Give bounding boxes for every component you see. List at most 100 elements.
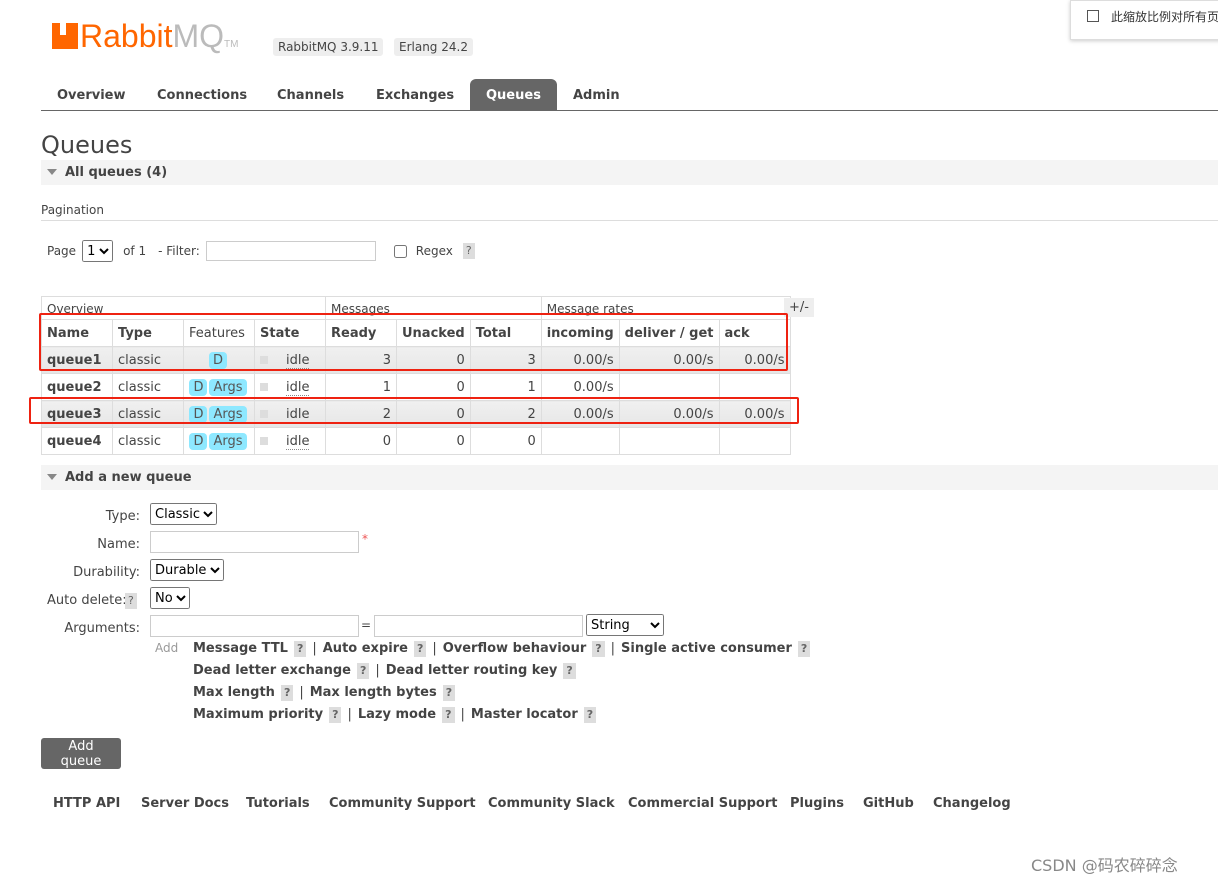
pagination-row: Page 1 of 1 - Filter: Regex ? [47, 240, 475, 262]
help-button[interactable]: ? [583, 707, 597, 723]
deliver-cell [618, 427, 720, 455]
state-text: idle [286, 379, 310, 396]
footer-link[interactable]: GitHub [863, 796, 914, 811]
footer-link[interactable]: Community Slack [488, 796, 615, 811]
all-queues-toggle[interactable]: All queues (4) [41, 160, 1218, 185]
feature-badge: Args [209, 432, 247, 450]
unacked-cell: 0 [396, 427, 471, 455]
state-indicator-icon [260, 382, 268, 391]
collapse-triangle-icon [47, 474, 57, 480]
rabbitmq-logo: RabbitMQTM [52, 18, 239, 55]
ready-value: 0 [382, 433, 391, 449]
footer-link[interactable]: Server Docs [141, 796, 229, 811]
add-queue-toggle[interactable]: Add a new queue [41, 465, 1218, 490]
help-button[interactable]: ? [280, 685, 294, 701]
ready-value: 1 [382, 379, 391, 395]
tab-admin[interactable]: Admin [557, 79, 636, 110]
type-select[interactable]: Classic [150, 503, 217, 525]
main-nav: Overview Connections Channels Exchanges … [41, 79, 1218, 111]
queue-name-link[interactable]: queue4 [47, 434, 102, 449]
add-argument-label: Add [155, 641, 179, 655]
argument-shortcut-link[interactable]: Maximum priority [193, 707, 323, 722]
footer-link[interactable]: HTTP API [53, 796, 120, 811]
table-row: queue4 classic D Args idle 0 0 0 [41, 427, 791, 455]
footer-link[interactable]: Plugins [790, 796, 844, 811]
zoom-popup: 此缩放比例对所有页 [1070, 0, 1218, 40]
help-button[interactable]: ? [797, 641, 811, 657]
argument-shortcuts-line: Message TTL? | Auto expire? | Overflow behav… [193, 641, 816, 657]
help-button[interactable]: ? [442, 707, 455, 723]
filter-input[interactable] [205, 241, 376, 261]
help-button[interactable]: ? [592, 641, 605, 657]
incoming-cell [540, 427, 620, 455]
tab-channels[interactable]: Channels [261, 79, 360, 110]
tab-overview[interactable]: Overview [41, 79, 142, 110]
watermark: CSDN @码农碎碎念 [1031, 856, 1178, 875]
autodelete-help-button[interactable]: ? [125, 593, 137, 609]
argument-shortcut-link[interactable]: Overflow behaviour [443, 641, 587, 656]
highlight-box [39, 313, 788, 371]
name-label: Name: [97, 537, 140, 552]
highlight-box [29, 397, 799, 424]
name-cell: queue4 [41, 427, 113, 455]
footer-link[interactable]: Community Support [329, 796, 476, 811]
argument-key-input[interactable] [150, 615, 359, 637]
help-button[interactable]: ? [413, 641, 427, 657]
queue-type: classic [118, 433, 162, 449]
argument-type-select[interactable]: String [586, 614, 664, 636]
help-button[interactable]: ? [563, 663, 576, 679]
regex-help-button[interactable]: ? [462, 243, 475, 259]
type-label: Type: [105, 509, 140, 524]
add-queue-button[interactable]: Add queue [41, 738, 121, 769]
argument-shortcut-link[interactable]: Max length [193, 685, 275, 700]
footer-link[interactable]: Tutorials [246, 796, 310, 811]
footer-link[interactable]: Commercial Support [628, 796, 778, 811]
arguments-label: Arguments: [64, 621, 140, 636]
queue-type: classic [118, 379, 162, 395]
regex-checkbox[interactable] [393, 244, 407, 258]
argument-shortcuts-line: Dead letter exchange? | Dead letter routin… [193, 663, 582, 679]
required-marker: * [362, 532, 368, 546]
rabbit-logo-icon [52, 23, 78, 49]
erlang-badge: Erlang 24.2 [394, 38, 473, 56]
unacked-value: 0 [456, 433, 465, 449]
page-select[interactable]: 1 [82, 240, 114, 262]
popup-text: 此缩放比例对所有页 [1111, 10, 1218, 24]
total-cell: 0 [469, 427, 542, 455]
popup-checkbox[interactable] [1087, 10, 1099, 22]
collapse-triangle-icon [47, 169, 57, 175]
argument-shortcuts-line: Max length? | Max length bytes? [193, 685, 461, 701]
argument-shortcut-link[interactable]: Master locator [471, 707, 578, 722]
argument-shortcut-link[interactable]: Dead letter routing key [386, 663, 558, 678]
tab-exchanges[interactable]: Exchanges [360, 79, 470, 110]
help-button[interactable]: ? [356, 663, 370, 679]
help-button[interactable]: ? [442, 685, 456, 701]
page-title: Queues [41, 131, 133, 159]
argument-shortcut-link[interactable]: Message TTL [193, 641, 288, 656]
argument-shortcuts-line: Maximum priority? | Lazy mode? | Master loca… [193, 707, 602, 723]
state-text: idle [286, 433, 310, 450]
argument-value-input[interactable] [374, 615, 583, 637]
type-cell: classic [112, 427, 184, 455]
tab-queues[interactable]: Queues [470, 79, 557, 110]
total-value: 1 [527, 379, 536, 395]
argument-shortcut-link[interactable]: Auto expire [323, 641, 408, 656]
argument-shortcut-link[interactable]: Max length bytes [310, 685, 437, 700]
tab-connections[interactable]: Connections [141, 79, 263, 110]
argument-shortcut-link[interactable]: Lazy mode [358, 707, 436, 722]
features-cell: D Args [183, 427, 255, 455]
argument-shortcut-link[interactable]: Single active consumer [621, 641, 792, 656]
help-button[interactable]: ? [329, 707, 342, 723]
name-input[interactable] [150, 531, 359, 553]
argument-shortcut-link[interactable]: Dead letter exchange [193, 663, 351, 678]
ready-cell: 0 [325, 427, 397, 455]
autodelete-select[interactable]: No [150, 587, 190, 609]
durability-select[interactable]: Durable [150, 559, 224, 581]
total-value: 0 [527, 433, 536, 449]
unacked-value: 0 [456, 379, 465, 395]
queue-name-link[interactable]: queue2 [47, 380, 102, 395]
column-toggle-button[interactable]: +/- [784, 298, 814, 317]
feature-badge: D [189, 432, 208, 450]
help-button[interactable]: ? [293, 641, 307, 657]
footer-link[interactable]: Changelog [933, 796, 1011, 811]
